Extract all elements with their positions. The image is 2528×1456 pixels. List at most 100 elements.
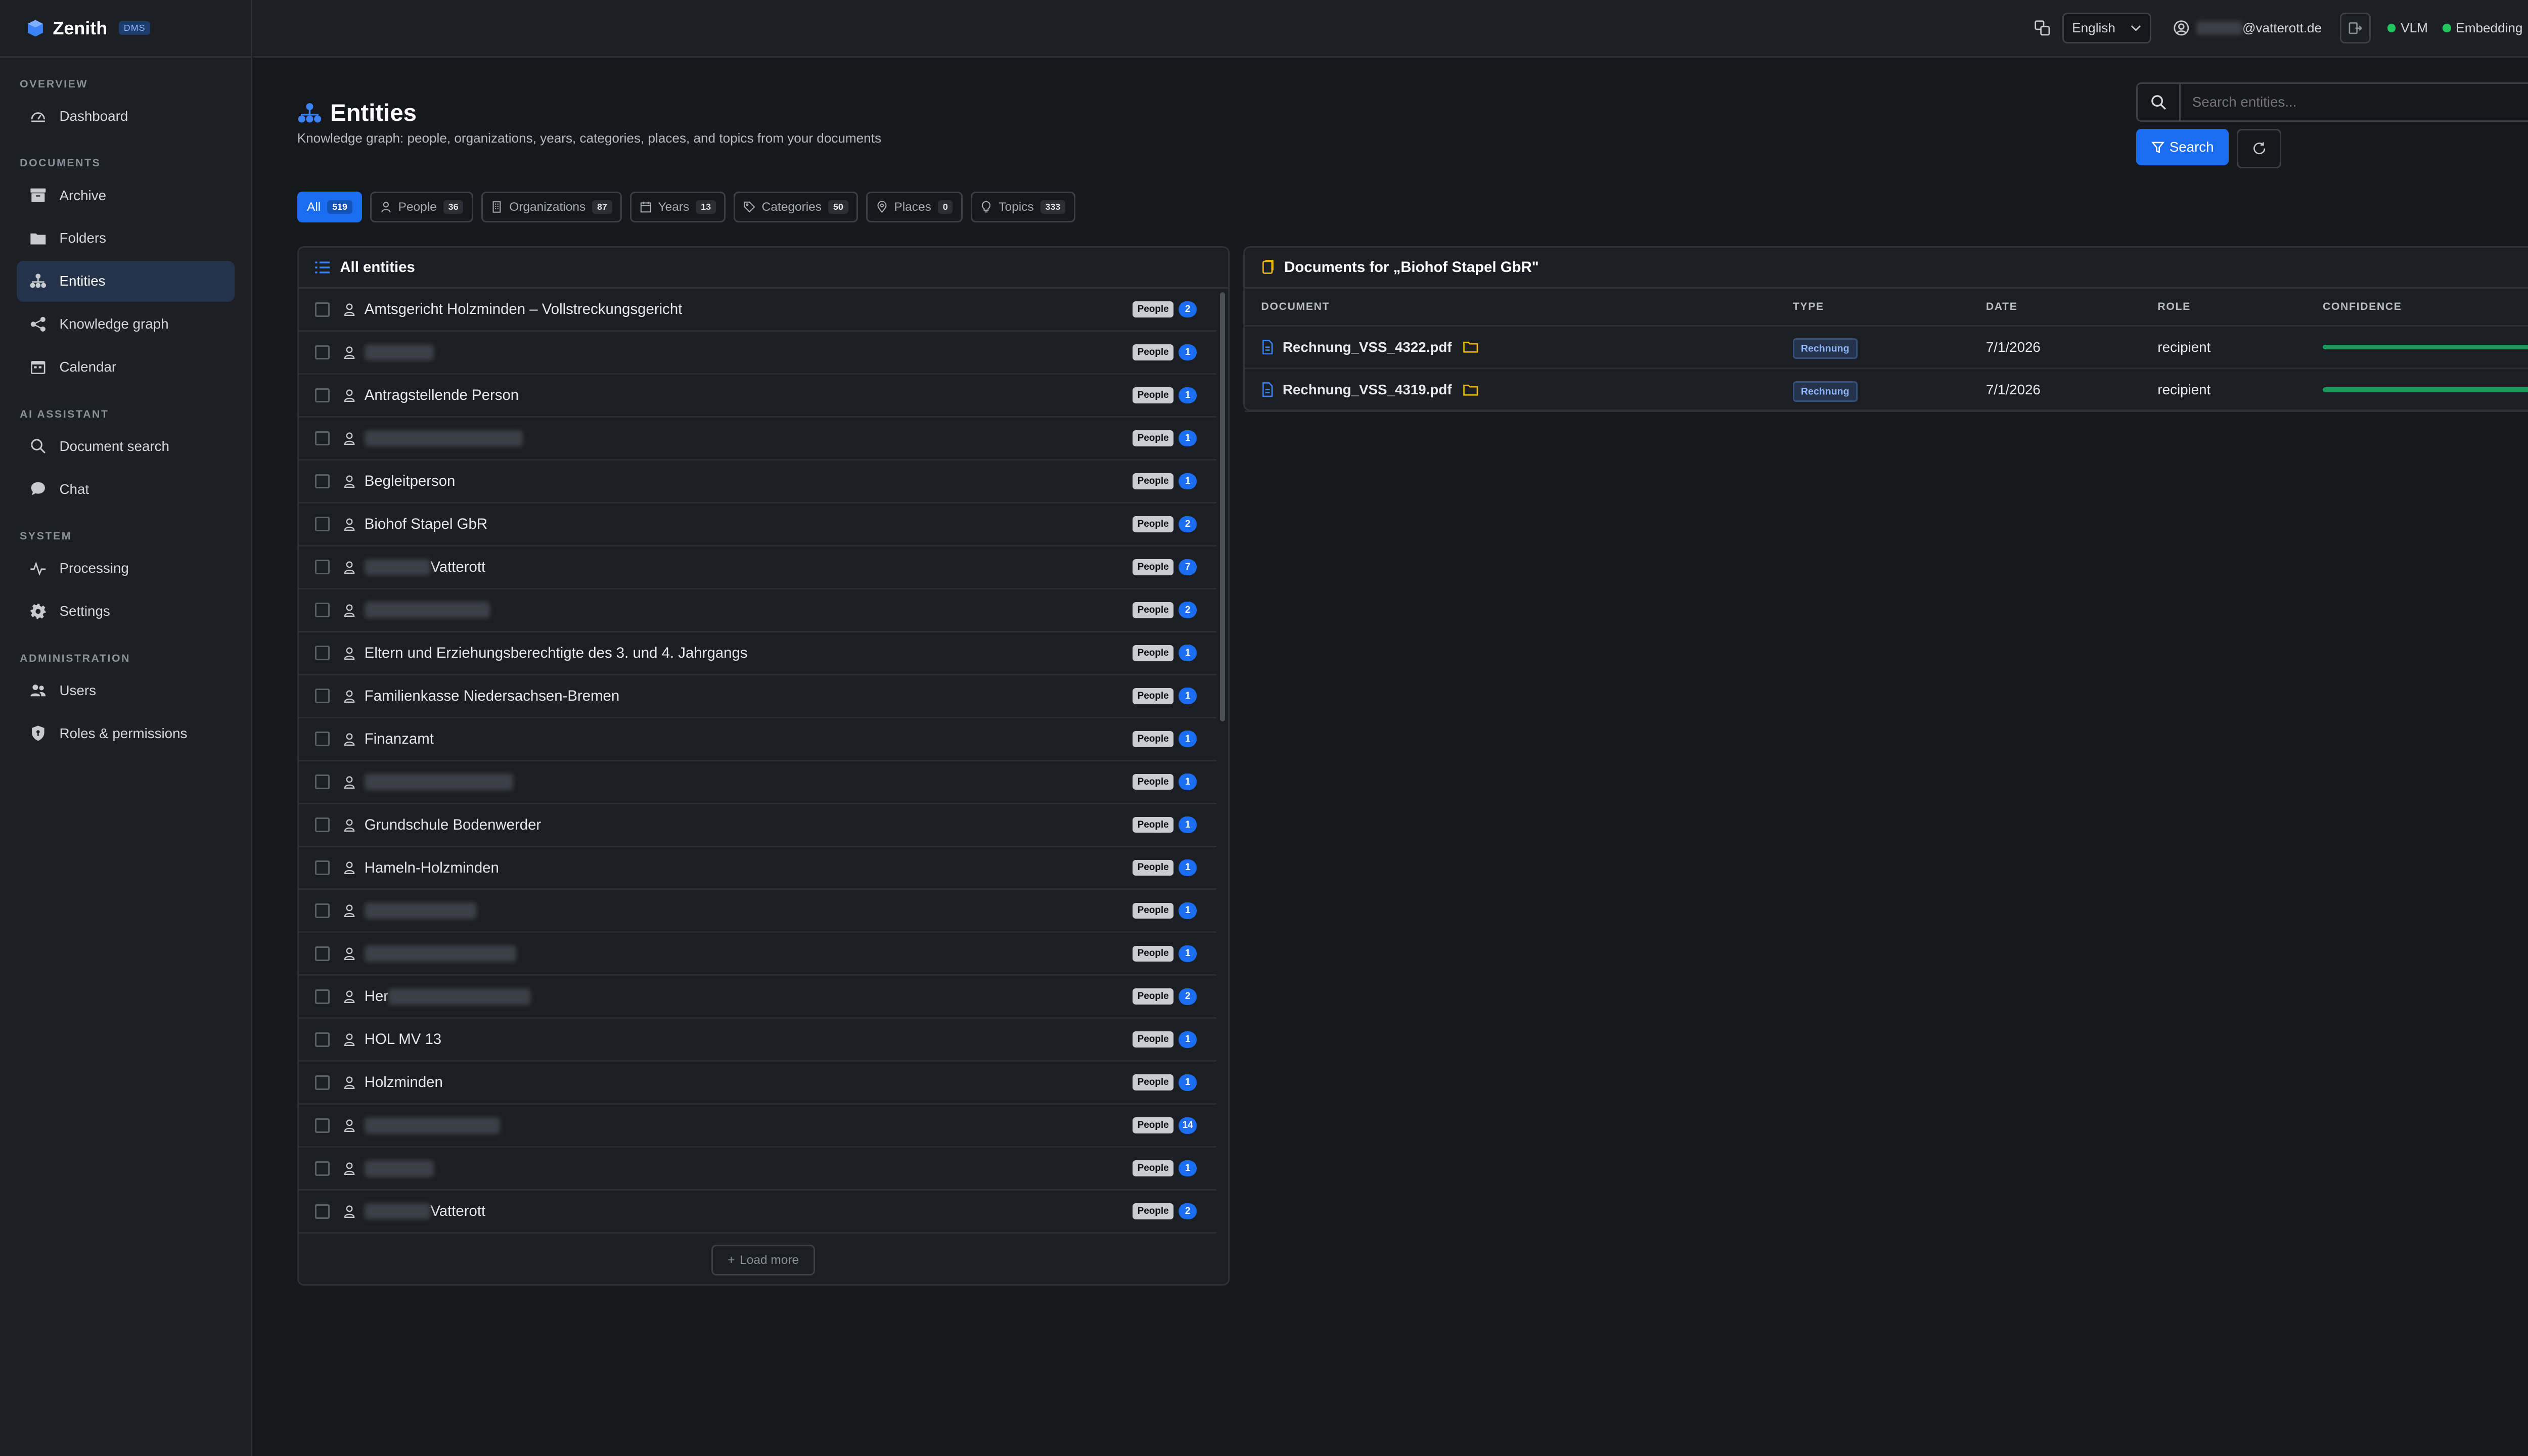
entity-row[interactable]: People 1 <box>298 332 1217 375</box>
row-checkbox[interactable] <box>315 345 330 360</box>
entity-row[interactable]: Eltern und Erziehungsberechtigte des 3. … <box>298 632 1217 675</box>
folder-icon[interactable] <box>1463 340 1478 353</box>
entity-row[interactable]: Vatterott People 2 <box>298 1191 1217 1234</box>
filter-organizations[interactable]: Organizations 87 <box>481 191 622 223</box>
redacted-text <box>364 945 517 962</box>
language-select[interactable]: English <box>2062 12 2152 44</box>
entity-list[interactable]: Amtsgericht Holzminden – Vollstreckungsg… <box>298 289 1217 1235</box>
row-checkbox[interactable] <box>315 474 330 489</box>
col-role[interactable]: ROLE <box>2157 301 2323 313</box>
row-checkbox[interactable] <box>315 560 330 575</box>
sidebar-item-processing[interactable]: Processing <box>17 548 235 589</box>
entity-row[interactable]: Amtsgericht Holzminden – Vollstreckungsg… <box>298 289 1217 332</box>
folder-icon[interactable] <box>1463 383 1478 396</box>
row-checkbox[interactable] <box>315 388 330 403</box>
row-checkbox[interactable] <box>315 989 330 1004</box>
entity-name: Amtsgericht Holzminden – Vollstreckungsg… <box>364 301 683 318</box>
user-email: @vatterott.de <box>2196 20 2322 36</box>
document-link[interactable]: Rechnung_VSS_4319.pdf <box>1283 382 1452 398</box>
row-checkbox[interactable] <box>315 646 330 661</box>
entity-count-badge: 2 <box>1179 1203 1197 1220</box>
sidebar-item-roles-permissions[interactable]: Roles & permissions <box>17 713 235 754</box>
document-link[interactable]: Rechnung_VSS_4322.pdf <box>1283 339 1452 355</box>
filter-places[interactable]: Places 0 <box>866 191 963 223</box>
page-title-text: Entities <box>330 99 417 126</box>
sidebar-item-settings[interactable]: Settings <box>17 590 235 632</box>
logout-button[interactable] <box>2339 12 2371 44</box>
row-checkbox[interactable] <box>315 775 330 790</box>
row-checkbox[interactable] <box>315 946 330 961</box>
entity-row[interactable]: People 1 <box>298 761 1217 804</box>
filter-count: 519 <box>327 200 352 214</box>
entity-row[interactable]: Hameln-Holzminden People 1 <box>298 847 1217 890</box>
document-row[interactable]: Rechnung_VSS_4322.pdf Rechnung 7/1/2026 … <box>1244 327 2528 370</box>
load-more-button[interactable]: + Load more <box>711 1244 816 1276</box>
entity-row[interactable]: People 1 <box>298 418 1217 461</box>
entity-row[interactable]: Antragstellende Person People 1 <box>298 375 1217 418</box>
sidebar-item-archive[interactable]: Archive <box>17 175 235 216</box>
sidebar-item-knowledge-graph[interactable]: Knowledge graph <box>17 303 235 345</box>
row-checkbox[interactable] <box>315 517 330 532</box>
row-checkbox[interactable] <box>315 732 330 747</box>
sidebar-item-calendar[interactable]: Calendar <box>17 346 235 388</box>
filter-topics[interactable]: Topics 333 <box>971 191 1075 223</box>
sidebar-item-dashboard[interactable]: Dashboard <box>17 96 235 137</box>
sidebar-item-folders[interactable]: Folders <box>17 218 235 259</box>
filter-tabs: All 519 People 36 Organizations 87 Years… <box>297 191 1075 223</box>
brand[interactable]: Zenith DMS <box>0 0 251 58</box>
row-checkbox[interactable] <box>315 1118 330 1133</box>
filter-categories[interactable]: Categories 50 <box>734 191 858 223</box>
row-checkbox[interactable] <box>315 1204 330 1219</box>
redacted-text <box>364 1203 431 1220</box>
entity-row[interactable]: Finanzamt People 1 <box>298 718 1217 761</box>
sidebar-item-users[interactable]: Users <box>17 670 235 711</box>
entity-name: Begleitperson <box>364 472 456 489</box>
filter-years[interactable]: Years 13 <box>630 191 726 223</box>
col-date[interactable]: DATE <box>1986 301 2158 313</box>
row-checkbox[interactable] <box>315 860 330 875</box>
row-checkbox[interactable] <box>315 817 330 832</box>
entity-row[interactable]: Begleitperson People 1 <box>298 461 1217 504</box>
translate-icon[interactable] <box>2034 20 2051 36</box>
col-confidence[interactable]: CONFIDENCE <box>2323 301 2528 313</box>
sidebar-item-document-search[interactable]: Document search <box>17 426 235 467</box>
sidebar-item-entities[interactable]: Entities <box>16 260 235 302</box>
entity-row[interactable]: People 1 <box>298 933 1217 976</box>
entity-row[interactable]: Vatterott People 86 <box>299 1234 1217 1235</box>
scrollbar[interactable] <box>1220 292 1225 721</box>
row-checkbox[interactable] <box>315 302 330 317</box>
sidebar-item-chat[interactable]: Chat <box>17 469 235 510</box>
entity-row[interactable]: Familienkasse Niedersachsen-Bremen Peopl… <box>298 675 1217 718</box>
col-document[interactable]: DOCUMENT <box>1245 301 1793 313</box>
row-checkbox[interactable] <box>315 903 330 918</box>
entity-row[interactable]: HOL MV 13 People 1 <box>298 1019 1217 1062</box>
entity-row[interactable]: People 1 <box>298 1148 1217 1191</box>
entity-row[interactable]: Holzminden People 1 <box>298 1062 1217 1105</box>
row-checkbox[interactable] <box>315 1032 330 1047</box>
row-checkbox[interactable] <box>315 1161 330 1176</box>
entity-row[interactable]: People 14 <box>298 1105 1217 1148</box>
entity-row[interactable]: People 2 <box>298 589 1217 632</box>
document-row[interactable]: Rechnung_VSS_4319.pdf Rechnung 7/1/2026 … <box>1244 369 2528 412</box>
entity-row[interactable]: Her People 2 <box>298 976 1217 1019</box>
refresh-button[interactable] <box>2237 128 2282 168</box>
nav-section-title: ADMINISTRATION <box>20 652 131 664</box>
sidebar-item-label: Folders <box>59 230 107 246</box>
search-button[interactable]: Search <box>2136 128 2229 165</box>
entity-row[interactable]: Grundschule Bodenwerder People 1 <box>298 804 1217 847</box>
entity-row[interactable]: People 1 <box>298 890 1217 933</box>
col-type[interactable]: TYPE <box>1793 301 1986 313</box>
row-checkbox[interactable] <box>315 431 330 446</box>
filter-people[interactable]: People 36 <box>370 191 473 223</box>
entity-row[interactable]: Vatterott People 7 <box>298 547 1217 589</box>
row-checkbox[interactable] <box>315 603 330 618</box>
row-checkbox[interactable] <box>315 689 330 704</box>
sidebar-item-label: Chat <box>59 481 89 497</box>
entity-row[interactable]: Biohof Stapel GbR People 2 <box>298 504 1217 547</box>
redacted-text <box>364 1160 434 1177</box>
search-input[interactable] <box>2180 84 2528 121</box>
row-checkbox[interactable] <box>315 1075 330 1090</box>
entity-count-badge: 2 <box>1179 602 1197 619</box>
dashboard-icon <box>30 108 47 125</box>
filter-all[interactable]: All 519 <box>297 191 363 223</box>
